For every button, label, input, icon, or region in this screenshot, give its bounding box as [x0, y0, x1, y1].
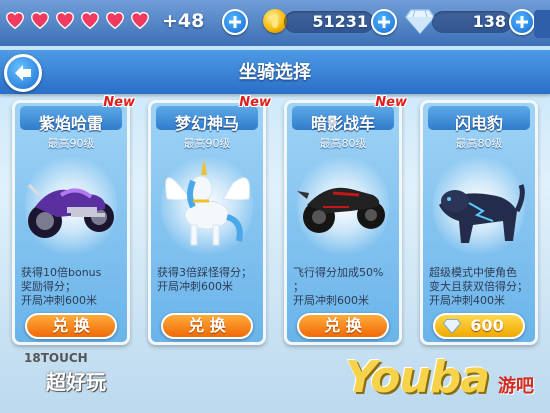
- desc-line: 开局冲刺600米: [21, 294, 97, 307]
- back-button[interactable]: [4, 54, 42, 92]
- heart-icon: [6, 12, 24, 30]
- new-badge: New: [103, 95, 135, 110]
- heart-icon: [106, 12, 124, 30]
- desc-line: 飞行得分加成50%: [293, 266, 384, 279]
- plus-icon: [229, 16, 241, 28]
- exchange-button[interactable]: 兑 换: [25, 313, 117, 339]
- card-header: 闪电豹: [428, 106, 530, 133]
- watermark-youba-cn: 游吧: [498, 376, 534, 397]
- coins-count: 51231: [312, 12, 368, 31]
- unicorn-icon: [165, 159, 251, 246]
- desc-line: 开局冲刺400米: [429, 294, 505, 307]
- mount-card-purple-harley[interactable]: 紫焰哈雷 New 最高90级 获得10倍bonus 奖励得分； 开局冲刺600米…: [12, 95, 135, 345]
- mount-description: 超级模式中使角色 变大且获双倍得分； 开局冲刺400米: [429, 266, 531, 308]
- max-level: 最高90级: [183, 137, 231, 150]
- new-badge: New: [375, 95, 407, 110]
- mount-description: 飞行得分加成50% ； 开局冲刺600米: [293, 266, 395, 308]
- motorcycle-icon: [27, 183, 114, 238]
- plus-icon: [378, 16, 390, 28]
- mount-name: 闪电豹: [454, 114, 503, 133]
- diamond-icon: [443, 318, 461, 334]
- mount-name: 暗影战车: [310, 114, 375, 133]
- mount-description: 获得10倍bonus 奖励得分； 开局冲刺600米: [21, 266, 123, 308]
- motorcycle-icon: [297, 187, 385, 233]
- back-arrow-icon: [15, 65, 31, 81]
- mount-name: 梦幻神马: [174, 114, 239, 133]
- add-coins-button[interactable]: [371, 9, 397, 35]
- max-level: 最高80级: [455, 137, 503, 150]
- desc-line: 奖励得分；: [21, 280, 76, 293]
- side-menu-tab[interactable]: [534, 10, 550, 38]
- exchange-button[interactable]: 兑 换: [297, 313, 389, 339]
- desc-line: 变大且获双倍得分；: [429, 280, 528, 293]
- buy-with-gems-button[interactable]: 600: [433, 313, 525, 339]
- heart-icon: [31, 12, 49, 30]
- new-badge: New: [239, 95, 271, 110]
- desc-line: 超级模式中使角色: [429, 266, 517, 279]
- panther-icon: [439, 184, 525, 243]
- heart-icon: [56, 12, 74, 30]
- mount-card-shadow-chariot[interactable]: 暗影战车 New 最高80级 飞行得分加成50% ； 开局冲刺600米 兑 换: [284, 95, 407, 345]
- lives-count: +48: [162, 10, 205, 32]
- gems-count: 138: [472, 12, 506, 31]
- desc-line: 开局冲刺600米: [293, 294, 369, 307]
- desc-line: 获得3倍踩怪得分；: [157, 266, 252, 279]
- heart-icon: [131, 12, 149, 30]
- page-title: 坐骑选择: [239, 62, 311, 83]
- desc-line: ；: [293, 280, 304, 293]
- desc-line: 开局冲刺600米: [157, 280, 233, 293]
- price-label: 600: [470, 316, 504, 335]
- mount-card-lightning-panther[interactable]: 闪电豹 最高80级 超级模式中使角色 变大且获双倍得分； 开局冲刺400米 60…: [420, 100, 538, 345]
- exchange-button[interactable]: 兑 换: [161, 313, 253, 339]
- plus-icon: [516, 16, 528, 28]
- diamond-icon: [405, 9, 435, 34]
- mount-description: 获得3倍踩怪得分； 开局冲刺600米: [157, 266, 259, 294]
- mount-card-dream-horse[interactable]: 梦幻神马 New 最高90级 获得3倍踩怪得分； 开局冲刺600米 兑 换: [148, 95, 271, 345]
- mount-name: 紫焰哈雷: [38, 114, 103, 133]
- watermark-chaohaowan: 超好玩: [46, 370, 106, 394]
- desc-line: 获得10倍bonus: [21, 266, 102, 279]
- heart-icon: [81, 12, 99, 30]
- watermark-18touch: 18TOUCH: [24, 351, 88, 365]
- max-level: 最高90级: [47, 137, 95, 150]
- add-gems-button[interactable]: [509, 9, 535, 35]
- watermark-youba: Youba: [345, 352, 490, 403]
- add-lives-button[interactable]: [222, 9, 248, 35]
- max-level: 最高80级: [319, 137, 367, 150]
